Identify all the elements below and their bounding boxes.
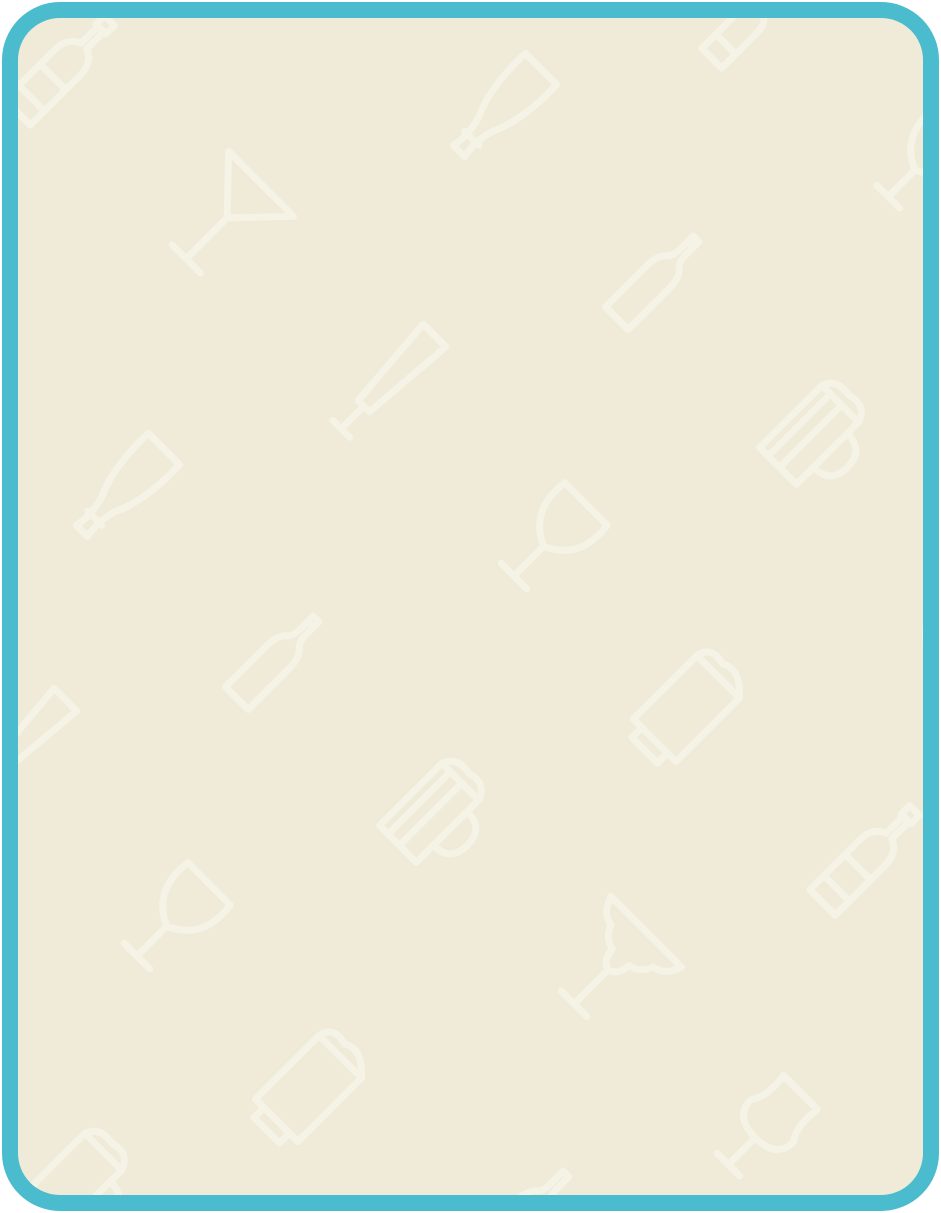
margarita-glass-icon [557, 892, 686, 1021]
martini-glass-icon [168, 147, 298, 277]
wine-glass-icon [922, 601, 923, 653]
patterned-card [2, 2, 939, 1211]
wine-glass-icon [713, 1072, 821, 1180]
pilsner-glass-icon [72, 429, 184, 541]
wine-glass-icon [873, 107, 923, 212]
beer-bottle-icon [18, 18, 118, 129]
beer-bottle-icon [698, 18, 781, 72]
wine-bottle-icon [222, 612, 323, 713]
champagne-flute-icon [329, 320, 450, 441]
wine-bottle-icon [472, 1167, 573, 1195]
mug-icon [376, 757, 485, 866]
beer-mug-icon [250, 1028, 366, 1147]
drink-pattern [18, 18, 923, 1195]
pilsner-glass-icon [449, 49, 561, 161]
beer-bottle-icon [806, 802, 923, 919]
mug-icon [756, 379, 865, 488]
champagne-flute-icon [18, 684, 81, 773]
beer-mug-icon [628, 648, 744, 767]
mug-icon [19, 1127, 128, 1195]
wine-glass-icon [120, 859, 234, 973]
wine-bottle-icon [602, 232, 703, 333]
wine-glass-icon [497, 479, 611, 593]
